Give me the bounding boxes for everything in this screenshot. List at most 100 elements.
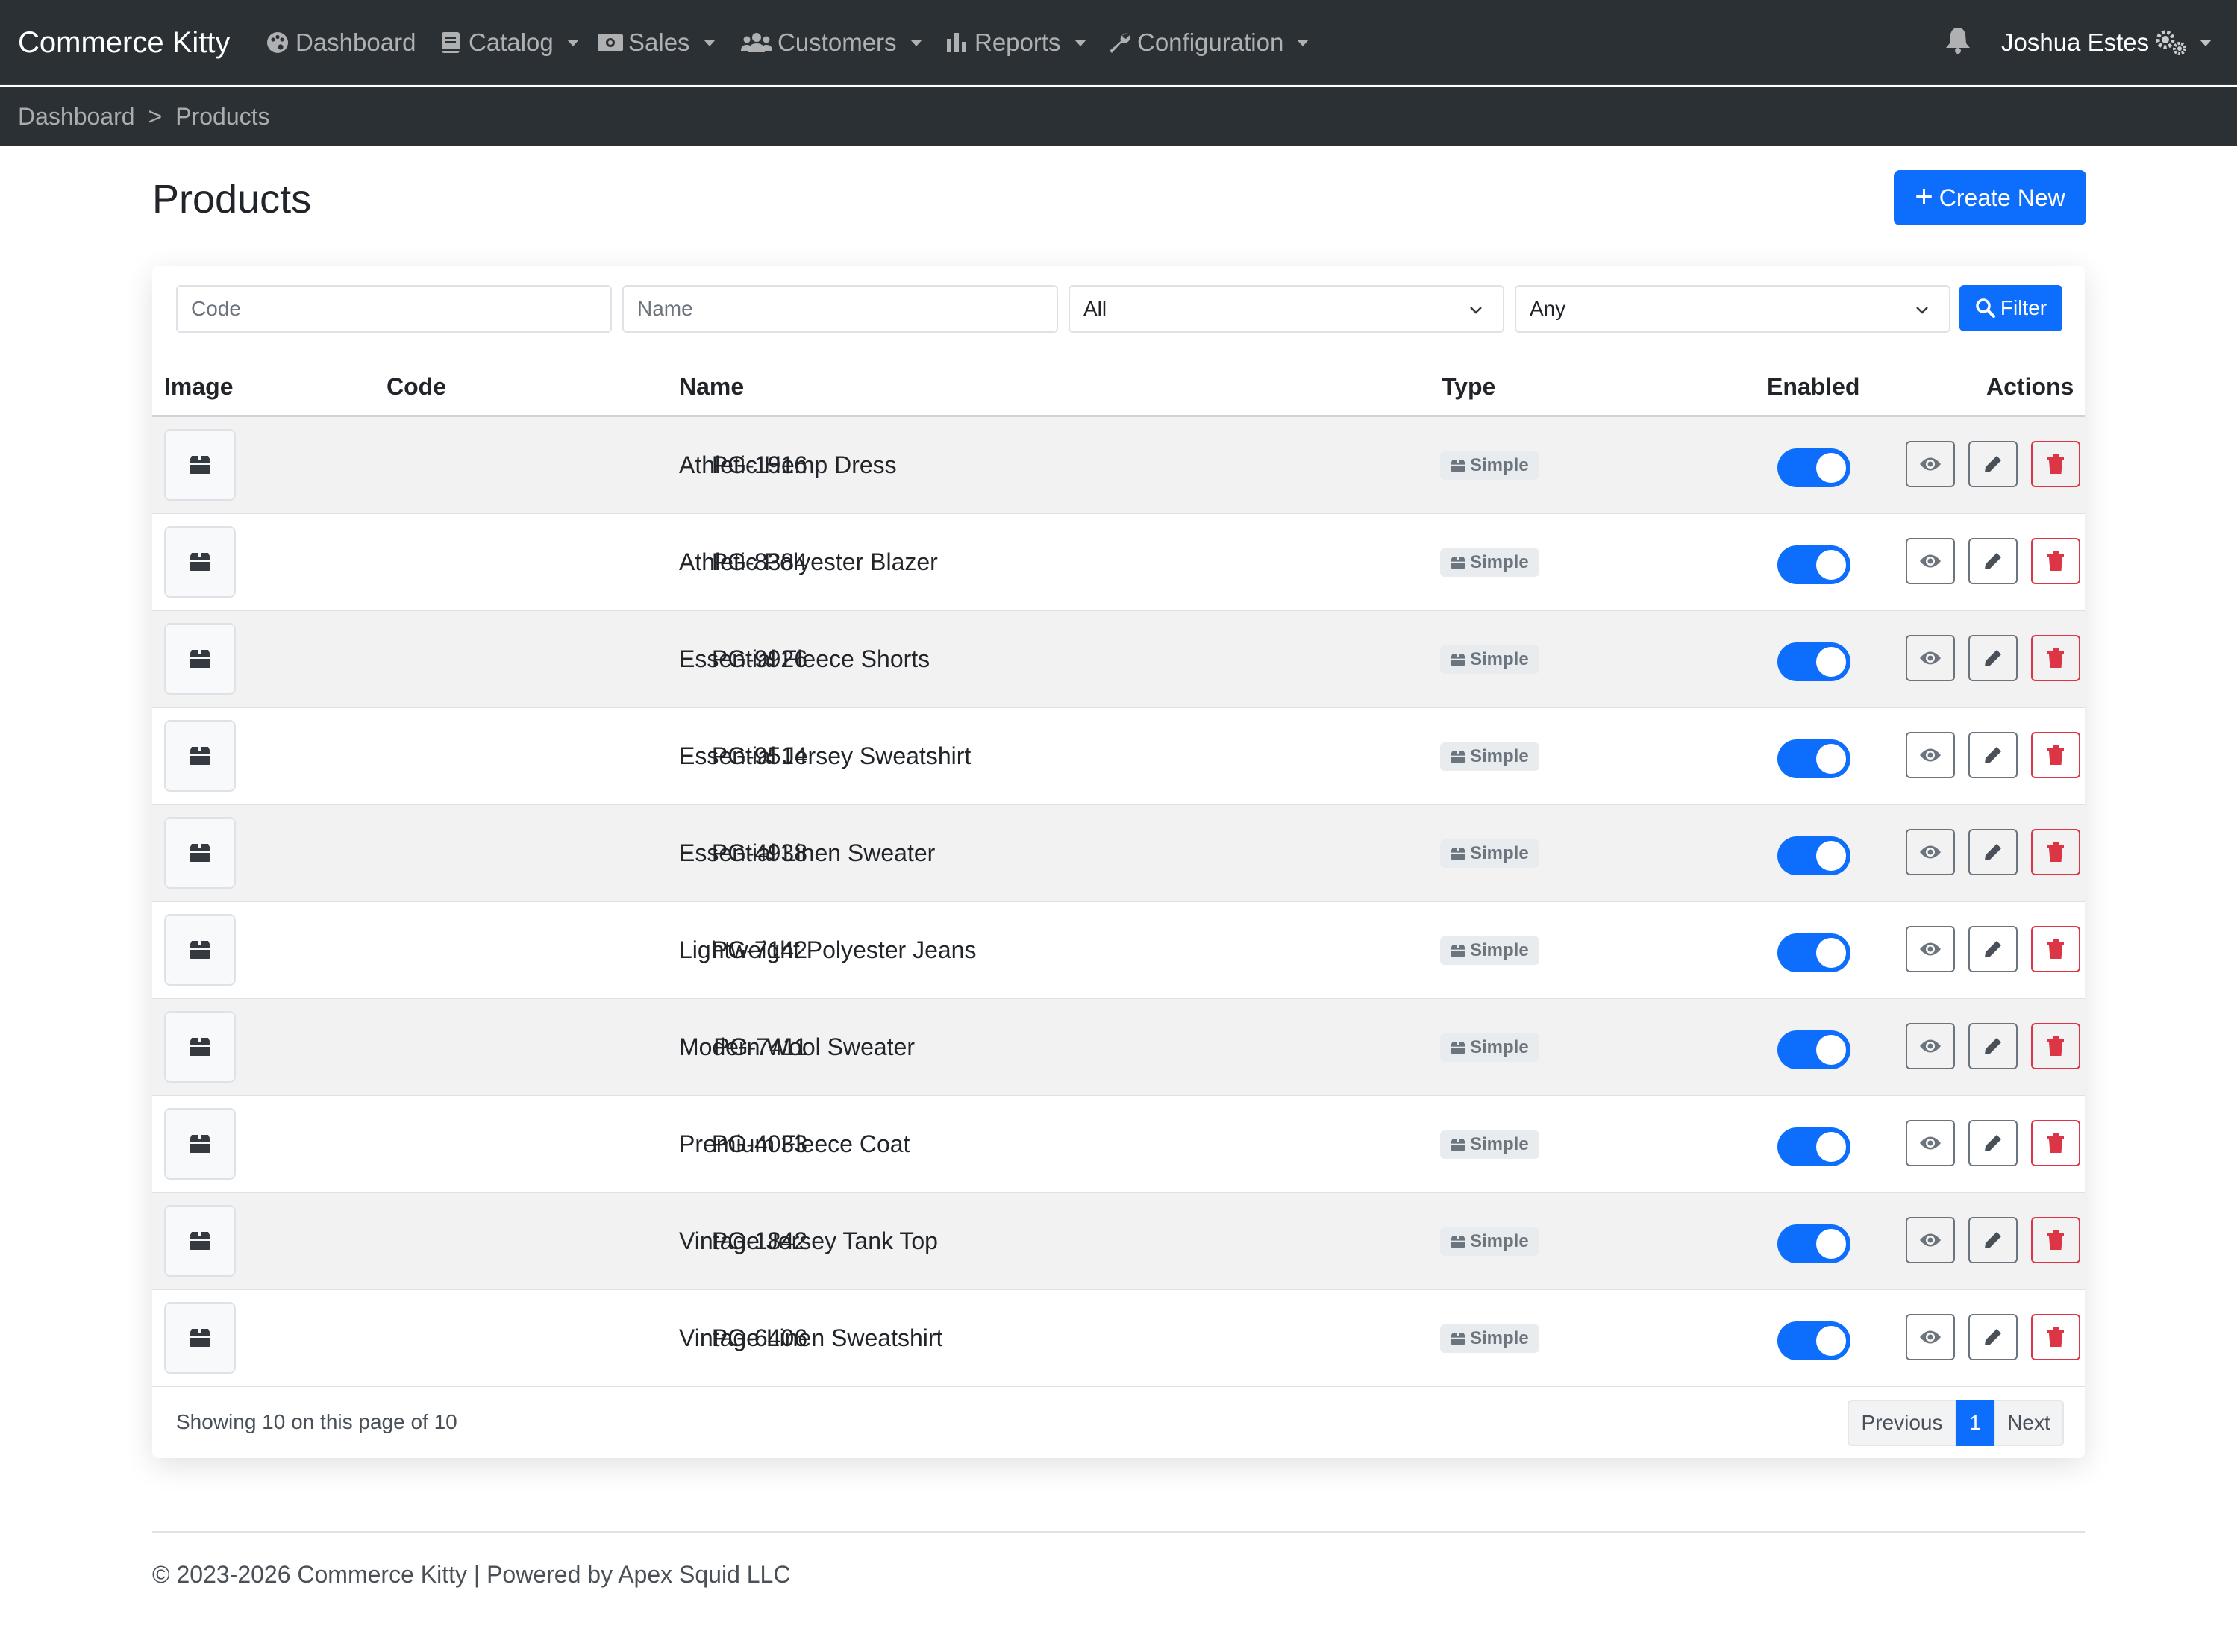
nav-reports[interactable]: Reports [943, 22, 1086, 63]
delete-button[interactable] [2031, 1314, 2080, 1360]
enabled-toggle[interactable] [1777, 1030, 1850, 1069]
brand-logo[interactable]: Commerce Kitty [18, 22, 231, 63]
view-button[interactable] [1906, 635, 1955, 681]
enabled-toggle[interactable] [1777, 1224, 1850, 1263]
chevron-down-icon [1297, 39, 1310, 46]
enabled-filter-select[interactable]: Any [1515, 285, 1950, 333]
edit-button[interactable] [1968, 441, 2018, 487]
edit-button[interactable] [1968, 732, 2018, 778]
user-menu[interactable]: Joshua Estes [2001, 22, 2212, 63]
product-type-badge: Simple [1440, 1324, 1539, 1353]
view-button[interactable] [1906, 926, 1955, 972]
delete-button[interactable] [2031, 732, 2080, 778]
edit-button[interactable] [1968, 635, 2018, 681]
edit-button[interactable] [1968, 1314, 2018, 1360]
product-thumbnail [164, 1108, 236, 1180]
enabled-toggle[interactable] [1777, 545, 1850, 584]
box-icon [190, 456, 210, 474]
edit-button[interactable] [1968, 1217, 2018, 1263]
name-filter-input[interactable]: Name [622, 285, 1058, 333]
enabled-toggle[interactable] [1777, 448, 1850, 487]
view-button[interactable] [1906, 1120, 1955, 1166]
users-icon [740, 29, 773, 56]
view-button[interactable] [1906, 1023, 1955, 1069]
product-thumbnail [164, 1302, 236, 1374]
box-icon [190, 553, 210, 571]
delete-button[interactable] [2031, 441, 2080, 487]
product-type-badge: Simple [1440, 645, 1539, 674]
view-button[interactable] [1906, 1217, 1955, 1263]
eye-icon [1920, 1233, 1941, 1247]
product-thumbnail [164, 817, 236, 889]
table-row: PG-1916 Athletic Hemp Dress Simple [152, 417, 2085, 514]
code-filter-input[interactable]: Code [176, 285, 612, 333]
view-button[interactable] [1906, 441, 1955, 487]
nav-catalog[interactable]: Catalog [437, 22, 579, 63]
nav-configuration[interactable]: Configuration [1106, 22, 1310, 63]
product-name: Athletic Polyester Blazer [679, 548, 938, 575]
box-icon [1451, 848, 1465, 860]
type-filter-select[interactable]: All [1069, 285, 1504, 333]
product-name: Vintage Jersey Tank Top [679, 1227, 938, 1254]
page-title: Products [152, 177, 312, 222]
breadcrumb: Dashboard > Products [18, 100, 270, 133]
pagination-next[interactable]: Next [1994, 1400, 2064, 1446]
product-thumbnail [164, 623, 236, 695]
box-icon [190, 844, 210, 862]
product-thumbnail [164, 429, 236, 501]
enabled-toggle[interactable] [1777, 1127, 1850, 1166]
pagination-previous[interactable]: Previous [1848, 1400, 1956, 1446]
breadcrumb-dashboard[interactable]: Dashboard [18, 100, 135, 133]
edit-button[interactable] [1968, 1120, 2018, 1166]
nav-customers[interactable]: Customers [740, 22, 922, 63]
edit-button[interactable] [1968, 926, 2018, 972]
filter-button-label: Filter [2000, 296, 2047, 319]
edit-button[interactable] [1968, 538, 2018, 584]
trash-icon [2047, 551, 2064, 571]
chevron-down-icon [2200, 39, 2212, 46]
delete-button[interactable] [2031, 926, 2080, 972]
product-type-label: Simple [1470, 649, 1529, 669]
product-type-badge: Simple [1440, 451, 1539, 480]
delete-button[interactable] [2031, 1023, 2080, 1069]
delete-button[interactable] [2031, 538, 2080, 584]
delete-button[interactable] [2031, 1217, 2080, 1263]
view-button[interactable] [1906, 1314, 1955, 1360]
type-filter-value: All [1083, 297, 1107, 320]
enabled-toggle[interactable] [1777, 1321, 1850, 1360]
edit-button[interactable] [1968, 829, 2018, 875]
edit-button[interactable] [1968, 1023, 2018, 1069]
pencil-icon [1985, 1329, 2001, 1345]
header-enabled: Enabled [1767, 373, 1860, 400]
bell-icon[interactable] [1943, 25, 1973, 55]
product-type-badge: Simple [1440, 1227, 1539, 1256]
delete-button[interactable] [2031, 635, 2080, 681]
pagination-page-1[interactable]: 1 [1956, 1400, 1994, 1446]
enabled-toggle[interactable] [1777, 836, 1850, 875]
pagination: Previous 1 Next [1848, 1400, 2064, 1446]
table-row: PG-4033 Premium Fleece Coat Simple [152, 1096, 2085, 1193]
create-new-button[interactable]: + Create New [1894, 170, 2086, 225]
nav-sales[interactable]: Sales [597, 22, 716, 63]
pagination-summary: Showing 10 on this page of 10 [176, 1410, 457, 1433]
chevron-down-icon [1470, 307, 1482, 314]
product-name: Athletic Hemp Dress [679, 451, 897, 478]
view-button[interactable] [1906, 829, 1955, 875]
box-icon [190, 1135, 210, 1153]
delete-button[interactable] [2031, 1120, 2080, 1166]
filter-button[interactable]: Filter [1959, 285, 2062, 331]
enabled-toggle[interactable] [1777, 933, 1850, 972]
view-button[interactable] [1906, 538, 1955, 584]
plus-icon: + [1915, 178, 1933, 213]
nav-dashboard[interactable]: Dashboard [264, 22, 416, 63]
product-name: Lightweight Polyester Jeans [679, 936, 977, 963]
box-icon [1451, 460, 1465, 472]
view-button[interactable] [1906, 732, 1955, 778]
nav-reports-label: Reports [974, 28, 1061, 56]
enabled-toggle[interactable] [1777, 642, 1850, 681]
delete-button[interactable] [2031, 829, 2080, 875]
chevron-down-icon [1916, 307, 1928, 314]
box-icon [190, 1329, 210, 1347]
enabled-toggle[interactable] [1777, 739, 1850, 778]
product-thumbnail [164, 914, 236, 986]
